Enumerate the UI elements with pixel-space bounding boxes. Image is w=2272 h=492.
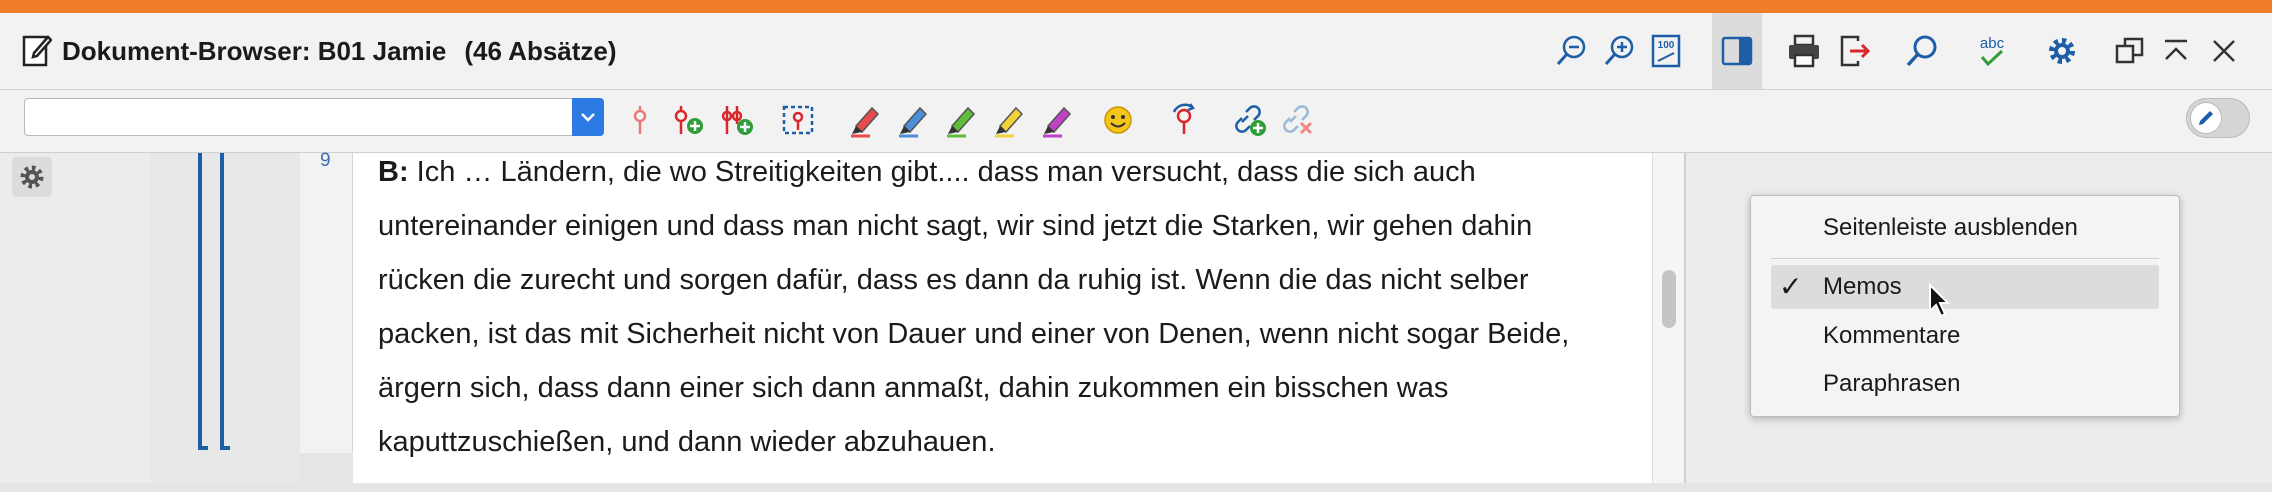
paragraph-text[interactable]: B: Ich … Ländern, die wo Streitigkeiten …	[378, 145, 1648, 469]
document-edit-icon	[22, 35, 52, 67]
menu-item-comments[interactable]: Kommentare	[1751, 314, 2181, 358]
zoom-in-icon[interactable]	[1596, 27, 1644, 75]
menu-item-memos[interactable]: ✓ Memos	[1771, 265, 2159, 309]
gear-icon[interactable]	[12, 157, 52, 197]
code-new-icon[interactable]	[667, 100, 707, 140]
minimize-icon[interactable]	[2152, 27, 2200, 75]
zoom-out-icon[interactable]	[1548, 27, 1596, 75]
sidebar-context-menu: Seitenleiste ausblenden ✓ Memos Kommenta…	[1750, 195, 2180, 417]
select-area-icon[interactable]	[778, 100, 818, 140]
search-icon[interactable]	[1898, 27, 1946, 75]
text-line-3: rücken die zurecht und sorgen dafür, das…	[378, 264, 1529, 296]
link-add-icon[interactable]	[1230, 100, 1270, 140]
menu-item-paraphrases[interactable]: Paraphrasen	[1751, 362, 2181, 406]
text-line-2: untereinander einigen und dass man nicht…	[378, 210, 1533, 242]
text-line-4: packen, ist das mit Sicherheit nicht von…	[378, 318, 1570, 350]
emoticon-icon[interactable]	[1098, 100, 1138, 140]
highlighter-blue-icon[interactable]	[894, 100, 934, 140]
highlighter-yellow-icon[interactable]	[990, 100, 1030, 140]
spellcheck-icon[interactable]: abc	[1968, 27, 2016, 75]
window-bottom-edge	[0, 483, 2272, 492]
coding-stripes-area	[150, 153, 300, 483]
coding-toolbar	[0, 90, 2272, 153]
paragraph-number: 9	[320, 150, 331, 171]
print-icon[interactable]	[1780, 27, 1828, 75]
sidebar-toggle-icon[interactable]	[1712, 13, 1762, 89]
code-icon[interactable]	[620, 100, 660, 140]
zoom-100-label: 100	[1658, 40, 1675, 51]
paragraph-number-column	[300, 153, 353, 453]
code-stripe-end	[220, 446, 230, 450]
spellcheck-label: abc	[1980, 35, 2005, 52]
code-multi-icon[interactable]	[716, 100, 756, 140]
text-line-5: ärgern sich, dass dann einer sich dann a…	[378, 372, 1449, 404]
highlighter-green-icon[interactable]	[942, 100, 982, 140]
title-bar: Dokument-Browser: B01 Jamie (46 Absätze) …	[0, 13, 2272, 90]
undock-icon[interactable]	[2106, 27, 2154, 75]
code-stripe[interactable]	[220, 153, 224, 450]
text-line-1: Ich … Ländern, die wo Streitigkeiten gib…	[416, 156, 1476, 188]
edit-mode-toggle[interactable]	[2186, 98, 2250, 138]
menu-separator	[1771, 258, 2159, 259]
menu-item-hide-sidebar[interactable]: Seitenleiste ausblenden	[1751, 206, 2181, 250]
link-remove-icon[interactable]	[1278, 100, 1318, 140]
close-icon[interactable]	[2200, 27, 2248, 75]
scrollbar-thumb[interactable]	[1662, 270, 1676, 328]
checkmark-icon: ✓	[1779, 271, 1803, 302]
code-undo-icon[interactable]	[1164, 100, 1204, 140]
highlighter-purple-icon[interactable]	[1038, 100, 1078, 140]
window-title: Dokument-Browser: B01 Jamie (46 Absätze)	[62, 27, 617, 75]
export-icon[interactable]	[1830, 27, 1878, 75]
window-accent-bar	[0, 0, 2272, 13]
paragraph-count: (46 Absätze)	[464, 36, 617, 66]
zoom-100-icon[interactable]: 100	[1642, 27, 1690, 75]
text-line-6: kaputtzuschießen, und dann wieder abzuha…	[378, 426, 996, 458]
code-stripe-end	[198, 446, 208, 450]
settings-icon[interactable]	[2038, 27, 2086, 75]
pencil-icon	[2190, 102, 2222, 134]
document-name: Dokument-Browser: B01 Jamie	[62, 36, 447, 66]
chevron-down-icon[interactable]	[572, 98, 604, 136]
code-combo-box[interactable]	[24, 98, 604, 136]
highlighter-red-icon[interactable]	[846, 100, 886, 140]
code-stripe[interactable]	[198, 153, 202, 450]
mouse-cursor-icon	[1929, 283, 1951, 318]
speaker-label: B:	[378, 156, 409, 188]
text-line: B: Ich … Ländern, die wo Streitigkeiten …	[378, 145, 1648, 199]
